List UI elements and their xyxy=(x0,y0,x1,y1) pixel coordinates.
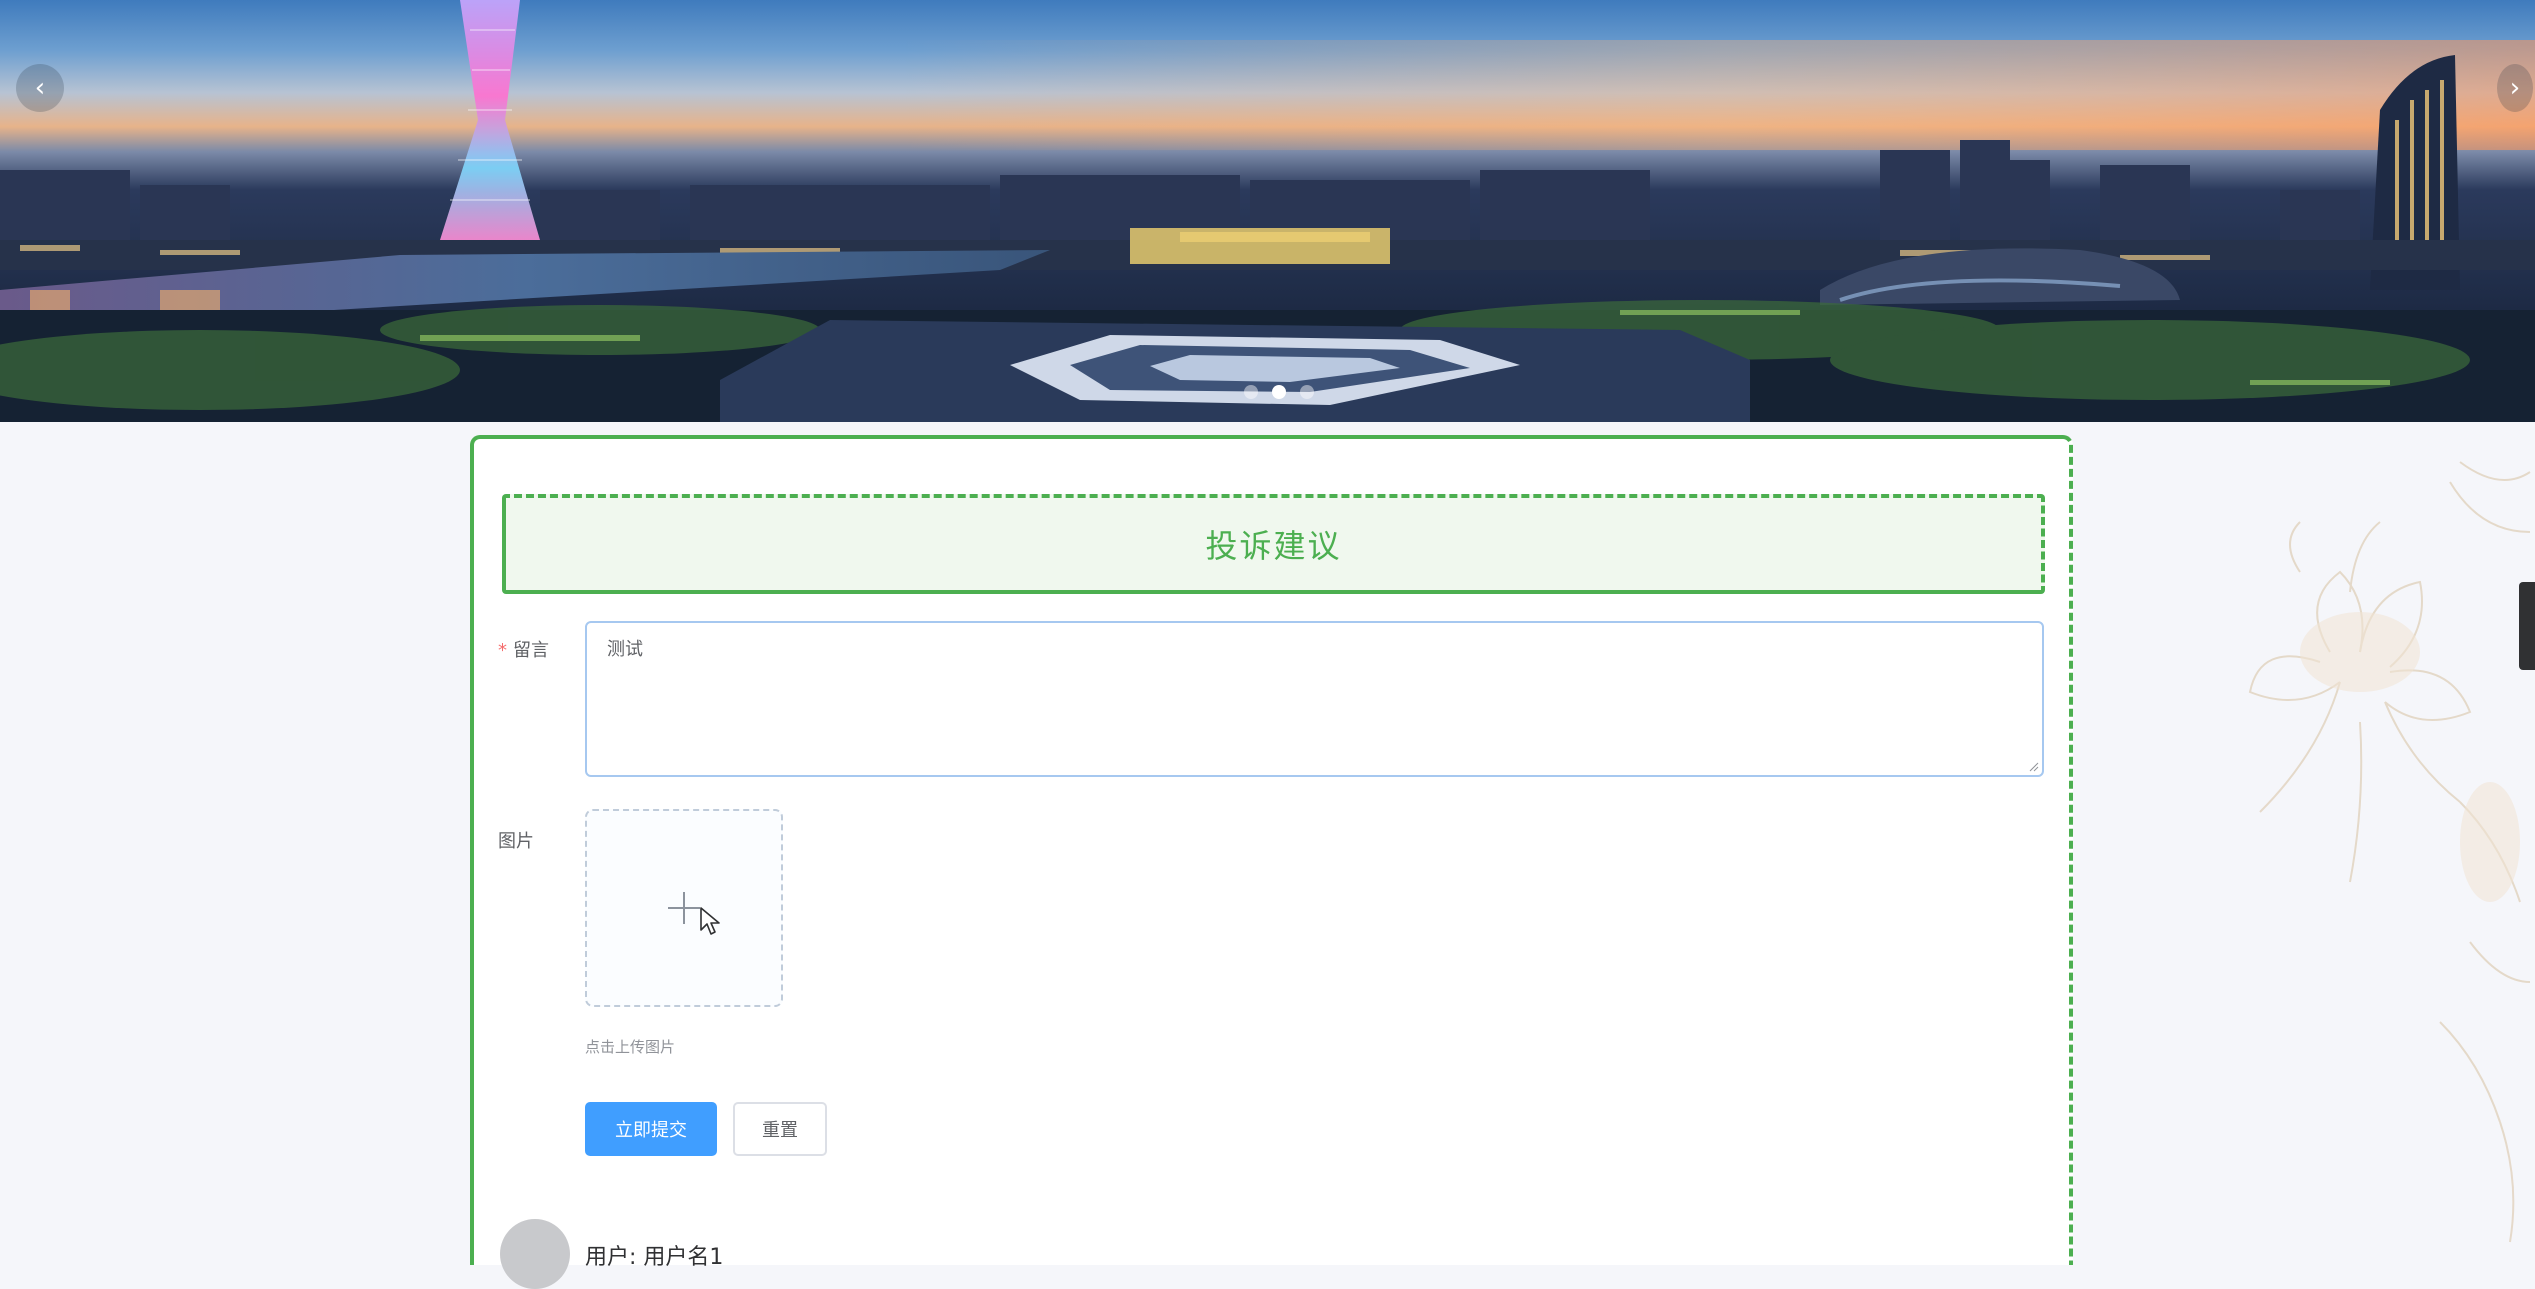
carousel-indicator[interactable] xyxy=(1244,385,1258,399)
comment-user-prefix: 用户: xyxy=(585,1245,637,1270)
floral-decoration xyxy=(2248,461,2531,1243)
message-textarea[interactable]: 测试 xyxy=(585,621,2044,777)
image-upload-button[interactable] xyxy=(585,809,783,1007)
mouse-cursor-icon xyxy=(700,907,720,935)
avatar xyxy=(500,1219,570,1289)
banner-carousel: ‹ › xyxy=(0,0,2535,422)
message-label: * 留言 xyxy=(498,636,549,662)
resize-grip-icon[interactable] xyxy=(2029,762,2039,772)
reset-button[interactable]: 重置 xyxy=(733,1102,827,1156)
comment-user: 用户: 用户名1 xyxy=(585,1239,723,1271)
form-title: 投诉建议 xyxy=(1205,527,1342,565)
comment-user-name: 用户名1 xyxy=(643,1245,724,1270)
image-label: 图片 xyxy=(498,831,534,852)
message-textarea-value: 测试 xyxy=(607,639,643,660)
required-mark: * xyxy=(498,640,507,661)
carousel-indicator[interactable] xyxy=(1300,385,1314,399)
carousel-next-button[interactable]: › xyxy=(2497,64,2533,112)
carousel-prev-button[interactable]: ‹ xyxy=(16,64,64,112)
message-label-text: 留言 xyxy=(513,640,549,661)
carousel-indicator-active[interactable] xyxy=(1272,385,1286,399)
upload-tip: 点击上传图片 xyxy=(585,1038,676,1056)
side-panel-toggle[interactable] xyxy=(2519,582,2535,670)
city-skyline-image xyxy=(0,0,2535,422)
chevron-left-icon: ‹ xyxy=(34,73,46,103)
submit-button[interactable]: 立即提交 xyxy=(585,1102,717,1156)
plus-icon xyxy=(668,892,700,924)
complaint-form-card: 投诉建议 * 留言 测试 图片 点击上传图片 立即提交 重置 用户: 用户名1 xyxy=(470,435,2073,1289)
carousel-indicators xyxy=(1244,385,1314,399)
form-title-box: 投诉建议 xyxy=(502,494,2045,594)
chevron-right-icon: › xyxy=(2509,73,2521,103)
